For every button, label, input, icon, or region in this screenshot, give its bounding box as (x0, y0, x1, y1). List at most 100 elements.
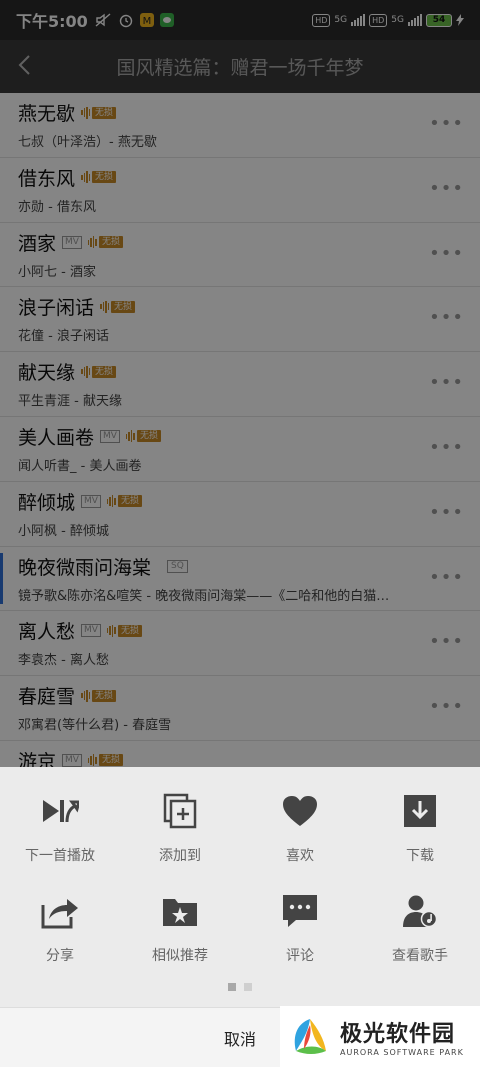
sound-wave-icon (81, 689, 91, 702)
svg-text:M: M (142, 16, 151, 27)
battery-icon: 54 (426, 13, 452, 27)
song-name: 春庭雪 (18, 686, 76, 709)
song-artist: 李袁杰 - 离人愁 (18, 653, 109, 669)
lossless-label: 无损 (92, 106, 117, 119)
sound-wave-icon (106, 495, 116, 508)
mv-badge[interactable]: MV (81, 624, 101, 638)
lossless-label: 无损 (136, 430, 161, 443)
download-label: 下载 (406, 848, 434, 864)
lossless-label: 无损 (92, 365, 117, 378)
download-button[interactable]: 下载 (360, 787, 480, 887)
lossless-label: 无损 (98, 754, 123, 767)
song-artist: 小阿七 - 酒家 (18, 264, 96, 280)
battery-level: 54 (432, 15, 446, 25)
comment-icon (280, 891, 320, 931)
sound-wave-icon (125, 430, 135, 443)
more-options-icon[interactable]: ••• (429, 113, 464, 134)
more-options-icon[interactable]: ••• (429, 372, 464, 393)
lossless-badge: 无损 (100, 300, 136, 313)
more-options-icon[interactable]: ••• (429, 437, 464, 458)
mv-badge[interactable]: MV (81, 494, 101, 508)
status-time: 下午5:00 (16, 12, 88, 31)
mute-icon (95, 13, 111, 27)
song-artist: 亦勋 - 借东风 (18, 199, 96, 215)
more-options-icon[interactable]: ••• (429, 307, 464, 328)
lossless-badge: 无损 (106, 495, 142, 508)
lossless-badge: 无损 (87, 236, 123, 249)
lossless-label: 无损 (92, 171, 117, 184)
signal-icon-2 (408, 14, 422, 26)
song-row[interactable]: 献天缘 无损 平生青涯 - 献天缘 ••• (0, 352, 480, 417)
sq-badge: SQ (167, 559, 188, 573)
cancel-label: 取消 (223, 1029, 256, 1049)
status-bar: 下午5:00 M HD 5G HD 5G 54 (0, 0, 480, 40)
lossless-badge: 无损 (81, 171, 117, 184)
play-next-icon (40, 791, 80, 831)
comment-button[interactable]: 评论 (240, 887, 360, 987)
hd-badge: HD (312, 13, 331, 27)
lossless-label: 无损 (117, 495, 142, 508)
add-to-button[interactable]: 添加到 (120, 787, 240, 887)
song-artist: 七叔（叶泽浩）- 燕无歇 (18, 135, 157, 150)
chevron-left-icon (18, 55, 30, 75)
lossless-badge: 无损 (81, 365, 117, 378)
watermark: 极光软件园 AURORA SOFTWARE PARK (280, 1006, 480, 1067)
song-row[interactable]: 借东风 无损 亦勋 - 借东风 ••• (0, 158, 480, 223)
song-artist: 镜予歌&陈亦洺&喧笑 - 晚夜微雨问海棠——《二哈和他的白猫… (18, 588, 390, 604)
song-title-line: 借东风 无损 (18, 164, 117, 191)
more-options-icon[interactable]: ••• (429, 243, 464, 264)
app-notification-icon: M (139, 13, 154, 27)
aurora-logo-icon (294, 1018, 326, 1054)
watermark-text: 极光软件园 AURORA SOFTWARE PARK (340, 1016, 464, 1057)
lossless-badge: 无损 (81, 106, 117, 119)
download-icon (400, 791, 440, 831)
song-name: 离人愁 (18, 621, 76, 644)
like-button[interactable]: 喜欢 (240, 787, 360, 887)
more-options-icon[interactable]: ••• (429, 567, 464, 588)
play-next-label: 下一首播放 (25, 848, 95, 864)
page-title: 国风精选篇：赠君一场千年梦 (116, 57, 364, 79)
signal-icon (351, 14, 366, 26)
page-dot-active (228, 983, 236, 991)
mv-badge[interactable]: MV (62, 753, 82, 767)
song-row-playing[interactable]: 晚夜微雨问海棠 SQ 镜予歌&陈亦洺&喧笑 - 晚夜微雨问海棠——《二哈和他的白… (0, 547, 480, 612)
page-dot (244, 983, 252, 991)
page-header: 国风精选篇：赠君一场千年梦 (0, 40, 480, 93)
song-row[interactable]: 春庭雪 无损 邓寓君(等什么君) - 春庭雪 ••• (0, 676, 480, 741)
song-row[interactable]: 燕无歇 无损 七叔（叶泽浩）- 燕无歇 ••• (0, 93, 480, 158)
song-row[interactable]: 美人画卷 MV 无损 闻人听書_ - 美人画卷 ••• (0, 417, 480, 482)
mv-badge[interactable]: MV (100, 429, 120, 443)
back-button[interactable] (0, 40, 48, 93)
lossless-badge: 无损 (81, 689, 117, 702)
song-name: 浪子闲话 (18, 297, 95, 320)
song-row[interactable]: 离人愁 MV 无损 李袁杰 - 离人愁 ••• (0, 611, 480, 677)
view-singer-button[interactable]: 查看歌手 (360, 887, 480, 987)
song-name: 献天缘 (18, 362, 76, 385)
more-options-icon[interactable]: ••• (429, 631, 464, 652)
more-options-icon[interactable]: ••• (429, 696, 464, 717)
hd-badge-2: HD (369, 13, 388, 27)
similar-recommend-button[interactable]: 相似推荐 (120, 887, 240, 987)
song-row[interactable]: 酒家 MV 无损 小阿七 - 酒家 ••• (0, 223, 480, 288)
song-artist: 闻人听書_ - 美人画卷 (18, 458, 142, 474)
status-right: HD 5G HD 5G 54 (312, 13, 464, 27)
song-name: 醉倾城 (18, 491, 76, 514)
sound-wave-icon (81, 171, 91, 184)
song-name: 晚夜微雨问海棠 (18, 556, 152, 579)
lossless-badge: 无损 (125, 430, 161, 443)
mv-badge[interactable]: MV (62, 235, 82, 249)
lossless-label: 无损 (111, 300, 136, 313)
alarm-icon (119, 14, 133, 28)
wechat-icon (159, 13, 174, 27)
song-title-line: 离人愁 MV 无损 (18, 617, 142, 644)
share-icon (40, 891, 80, 931)
sound-wave-icon (87, 754, 97, 767)
more-options-icon[interactable]: ••• (429, 178, 464, 199)
play-next-button[interactable]: 下一首播放 (0, 787, 120, 887)
song-name: 燕无歇 (18, 103, 76, 125)
share-button[interactable]: 分享 (0, 887, 120, 987)
sound-wave-icon (106, 624, 116, 637)
more-options-icon[interactable]: ••• (429, 502, 464, 523)
song-row[interactable]: 醉倾城 MV 无损 小阿枫 - 醉倾城 ••• (0, 482, 480, 547)
song-row[interactable]: 浪子闲话 无损 花僮 - 浪子闲话 ••• (0, 287, 480, 353)
